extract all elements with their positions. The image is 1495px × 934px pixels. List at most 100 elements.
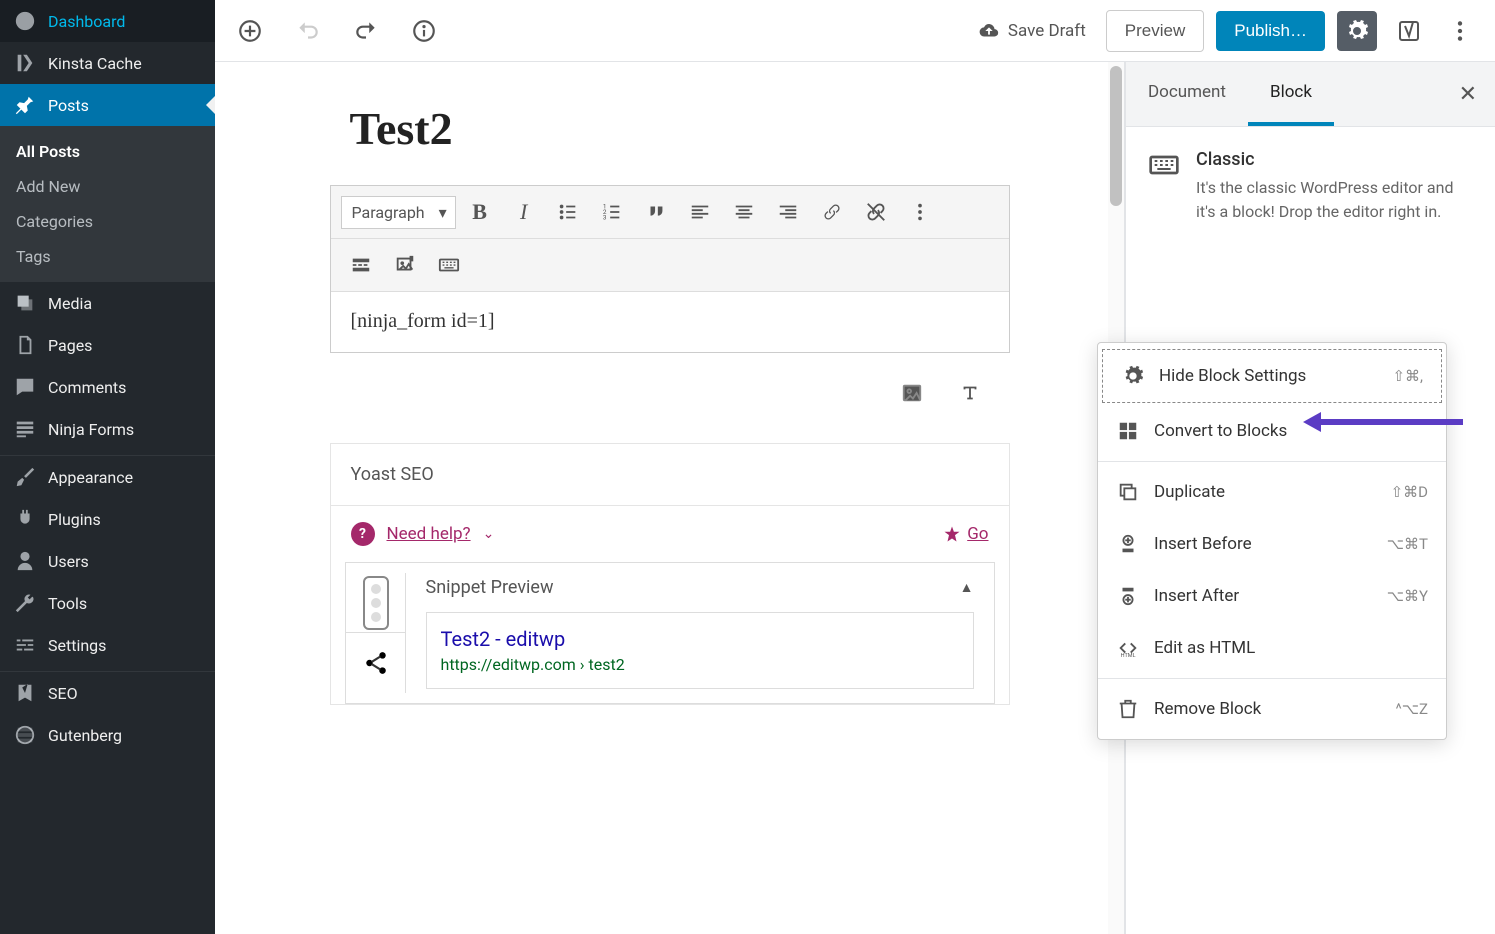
block-info: Classic It's the classic WordPress edito… (1126, 127, 1495, 246)
traffic-light-icon[interactable] (346, 573, 406, 633)
post-title[interactable]: Test2 (330, 102, 1010, 155)
menu-edit-html[interactable]: HTML Edit as HTML (1098, 622, 1446, 674)
align-center-button[interactable] (724, 192, 764, 232)
menu-label: Hide Block Settings (1159, 366, 1306, 386)
star-icon (943, 525, 961, 543)
go-premium-link[interactable]: Go (943, 524, 988, 544)
submenu-tags[interactable]: Tags (0, 239, 215, 274)
publish-button[interactable]: Publish… (1216, 11, 1325, 51)
format-select[interactable]: Paragraph (341, 196, 456, 229)
menu-label: Duplicate (1154, 482, 1225, 502)
blocks-icon (1116, 419, 1140, 443)
help-icon[interactable]: ? (351, 522, 375, 546)
keyboard-button[interactable] (429, 245, 469, 285)
sidebar-item-ninja-forms[interactable]: Ninja Forms (0, 408, 215, 450)
menu-duplicate[interactable]: Duplicate ⇧⌘D (1098, 466, 1446, 518)
add-media-button[interactable] (385, 245, 425, 285)
media-icon (14, 292, 36, 314)
quote-button[interactable] (636, 192, 676, 232)
undo-button[interactable] (289, 12, 327, 50)
classic-toolbar-row2 (331, 239, 1009, 292)
sidebar-label: Gutenberg (48, 726, 122, 745)
menu-remove-block[interactable]: Remove Block ^⌥Z (1098, 683, 1446, 735)
unlink-button[interactable] (856, 192, 896, 232)
italic-button[interactable]: I (504, 192, 544, 232)
sidebar-item-settings[interactable]: Settings (0, 624, 215, 666)
block-info-description: It's the classic WordPress editor and it… (1196, 176, 1473, 224)
more-options-button[interactable] (1441, 12, 1479, 50)
posts-submenu: All Posts Add New Categories Tags (0, 126, 215, 282)
submenu-all-posts[interactable]: All Posts (0, 134, 215, 169)
insert-before-icon (1116, 532, 1140, 556)
insert-after-icon (1116, 584, 1140, 608)
submenu-categories[interactable]: Categories (0, 204, 215, 239)
settings-toggle-button[interactable] (1337, 11, 1377, 51)
sidebar-label: Comments (48, 378, 126, 397)
share-icon[interactable] (346, 633, 406, 693)
menu-insert-before[interactable]: Insert Before ⌥⌘T (1098, 518, 1446, 570)
form-icon (14, 418, 36, 440)
sliders-icon (14, 634, 36, 656)
sidebar-item-dashboard[interactable]: Dashboard (0, 0, 215, 42)
menu-label: Convert to Blocks (1154, 421, 1287, 441)
numbered-list-button[interactable]: 123 (592, 192, 632, 232)
sidebar-label: Plugins (48, 510, 101, 529)
sidebar-item-users[interactable]: Users (0, 540, 215, 582)
image-inserter-button[interactable] (892, 373, 932, 413)
gear-icon (1121, 364, 1145, 388)
snippet-preview-label: Snippet Preview (426, 577, 554, 598)
comments-icon (14, 376, 36, 398)
sidebar-item-kinsta[interactable]: Kinsta Cache (0, 42, 215, 84)
classic-block-content[interactable]: [ninja_form id=1] (331, 292, 1009, 352)
sidebar-item-media[interactable]: Media (0, 282, 215, 324)
align-right-button[interactable] (768, 192, 808, 232)
block-options-menu: Hide Block Settings ⇧⌘, Convert to Block… (1097, 342, 1447, 740)
text-inserter-button[interactable] (950, 373, 990, 413)
menu-label: Insert Before (1154, 534, 1252, 554)
block-more-button[interactable] (900, 192, 940, 232)
snippet-card[interactable]: Test2 - editwp https://editwp.com › test… (426, 612, 974, 689)
collapse-icon[interactable]: ▲ (960, 579, 974, 596)
menu-label: Remove Block (1154, 699, 1261, 719)
preview-button[interactable]: Preview (1106, 10, 1204, 52)
plug-icon (14, 508, 36, 530)
tab-document[interactable]: Document (1126, 62, 1248, 126)
sidebar-label: Ninja Forms (48, 420, 134, 439)
yoast-toggle-button[interactable] (1389, 11, 1429, 51)
sidebar-label: Tools (48, 594, 87, 613)
kinsta-icon (14, 52, 36, 74)
sidebar-item-tools[interactable]: Tools (0, 582, 215, 624)
menu-label: Insert After (1154, 586, 1239, 606)
yoast-panel-title: Yoast SEO (331, 444, 1009, 506)
dashboard-icon (14, 10, 36, 32)
chevron-down-icon[interactable]: ⌄ (483, 526, 495, 542)
link-button[interactable] (812, 192, 852, 232)
align-left-button[interactable] (680, 192, 720, 232)
menu-hide-settings[interactable]: Hide Block Settings ⇧⌘, (1102, 349, 1442, 403)
sidebar-item-plugins[interactable]: Plugins (0, 498, 215, 540)
menu-insert-after[interactable]: Insert After ⌥⌘Y (1098, 570, 1446, 622)
tab-block[interactable]: Block (1248, 62, 1334, 126)
sidebar-item-seo[interactable]: SEO (0, 672, 215, 714)
sidebar-item-gutenberg[interactable]: Gutenberg (0, 714, 215, 756)
pages-icon (14, 334, 36, 356)
inserter-row (330, 353, 1010, 443)
close-panel-button[interactable]: ✕ (1441, 82, 1495, 107)
bold-button[interactable]: B (460, 192, 500, 232)
readmore-button[interactable] (341, 245, 381, 285)
sidebar-item-comments[interactable]: Comments (0, 366, 215, 408)
info-button[interactable] (405, 12, 443, 50)
save-draft-button[interactable]: Save Draft (970, 12, 1094, 50)
bullet-list-button[interactable] (548, 192, 588, 232)
add-block-button[interactable] (231, 12, 269, 50)
menu-convert-to-blocks[interactable]: Convert to Blocks (1098, 405, 1446, 457)
sidebar-item-pages[interactable]: Pages (0, 324, 215, 366)
need-help-link[interactable]: Need help? (387, 524, 471, 544)
sidebar-label: SEO (48, 684, 78, 703)
redo-button[interactable] (347, 12, 385, 50)
sidebar-item-posts[interactable]: Posts (0, 84, 215, 126)
sidebar-item-appearance[interactable]: Appearance (0, 456, 215, 498)
yoast-snippet: Snippet Preview ▲ Test2 - editwp https:/… (345, 562, 995, 704)
editor-canvas[interactable]: Test2 Paragraph B I 123 (215, 62, 1125, 934)
submenu-add-new[interactable]: Add New (0, 169, 215, 204)
